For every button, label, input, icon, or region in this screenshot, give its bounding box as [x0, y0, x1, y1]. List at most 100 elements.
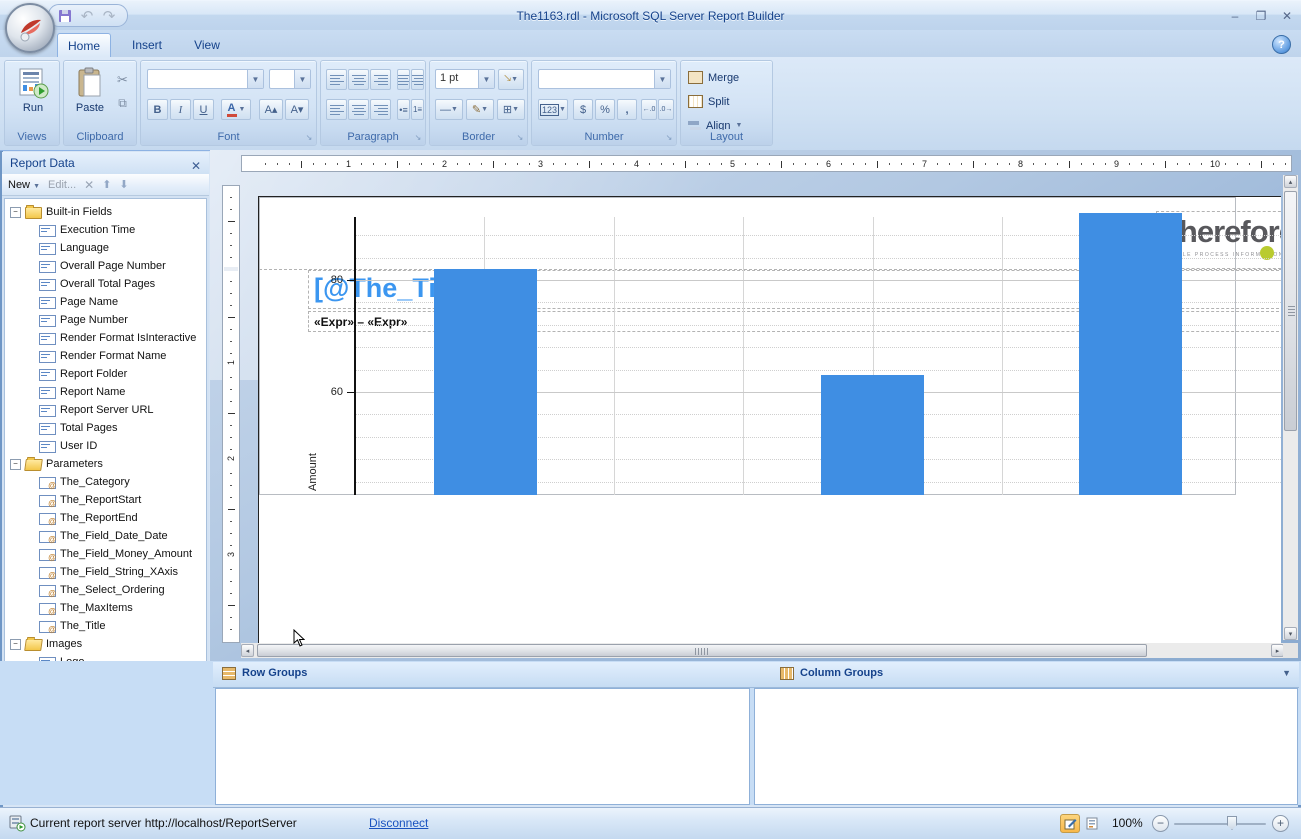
align-middle-button[interactable]: [348, 69, 369, 90]
tree-item[interactable]: The_Field_Date_Date: [5, 527, 206, 545]
minimize-button[interactable]: –: [1224, 9, 1246, 25]
number-dialog-launcher-icon[interactable]: ↘: [664, 133, 674, 143]
collapse-icon[interactable]: −: [10, 459, 21, 470]
tree-item[interactable]: Overall Total Pages: [5, 275, 206, 293]
chart-bar[interactable]: [1079, 213, 1182, 495]
chevron-down-icon[interactable]: ▼: [247, 70, 263, 88]
align-right-button[interactable]: [370, 99, 391, 120]
decrease-indent-button[interactable]: [397, 69, 410, 90]
chart-bar[interactable]: [821, 375, 924, 495]
bullet-list-button[interactable]: •≡: [397, 99, 410, 120]
scroll-left-icon[interactable]: ◂: [241, 644, 254, 657]
tree-item[interactable]: The_Field_String_XAxis: [5, 563, 206, 581]
help-icon[interactable]: ?: [1272, 35, 1291, 54]
border-width-combo[interactable]: 1 pt ▼: [435, 69, 495, 89]
increase-indent-button[interactable]: [411, 69, 424, 90]
tree-item[interactable]: Total Pages: [5, 419, 206, 437]
tab-insert[interactable]: Insert: [119, 33, 175, 57]
tree-item[interactable]: Execution Time: [5, 221, 206, 239]
chevron-down-icon[interactable]: ▼: [654, 70, 670, 88]
scroll-thumb[interactable]: [1284, 191, 1297, 431]
zoom-out-icon[interactable]: −: [1152, 815, 1169, 832]
tree-item[interactable]: The_MaxItems: [5, 599, 206, 617]
align-top-button[interactable]: [326, 69, 347, 90]
tree-item[interactable]: −Images: [5, 635, 206, 653]
merge-button[interactable]: Merge: [687, 67, 767, 88]
tree-item[interactable]: The_Title: [5, 617, 206, 635]
row-groups-pane[interactable]: [215, 688, 750, 805]
design-vscrollbar[interactable]: ▴ ▾: [1283, 175, 1298, 640]
design-view-toggle[interactable]: [1060, 814, 1080, 833]
border-style-button[interactable]: —▼: [435, 99, 463, 120]
close-button[interactable]: ✕: [1276, 9, 1298, 25]
tree-item[interactable]: Report Folder: [5, 365, 206, 383]
font-name-combo[interactable]: ▼: [147, 69, 264, 89]
tree-item[interactable]: The_Select_Ordering: [5, 581, 206, 599]
tree-item[interactable]: The_Category: [5, 473, 206, 491]
grouping-options-chevron-icon[interactable]: ▼: [1282, 668, 1291, 678]
new-menu-button[interactable]: New ▼: [8, 179, 40, 191]
cut-button[interactable]: ✂: [112, 69, 133, 90]
numbered-list-button[interactable]: 1≡: [411, 99, 424, 120]
bold-button[interactable]: B: [147, 99, 168, 120]
maximize-button[interactable]: ❐: [1250, 9, 1272, 25]
report-page[interactable]: Therefore PEOPLE PROCESS INFORMATION [@T…: [258, 196, 1281, 643]
fill-color-button[interactable]: 🡖▼: [498, 69, 524, 90]
tree-item[interactable]: The_ReportEnd: [5, 509, 206, 527]
tab-home[interactable]: Home: [57, 33, 111, 57]
paste-button[interactable]: Paste: [67, 66, 113, 132]
zoom-slider-thumb[interactable]: [1227, 816, 1237, 830]
tree-item[interactable]: Page Number: [5, 311, 206, 329]
design-hscrollbar[interactable]: ◂ ▸: [241, 643, 1298, 658]
tree-item[interactable]: Report Server URL: [5, 401, 206, 419]
move-up-icon[interactable]: ⬆: [102, 178, 111, 191]
delete-icon[interactable]: ✕: [84, 178, 94, 192]
font-color-button[interactable]: A ▼: [221, 99, 251, 120]
shrink-font-button[interactable]: A▾: [285, 99, 309, 120]
tree-item[interactable]: Render Format IsInteractive: [5, 329, 206, 347]
tab-view[interactable]: View: [181, 33, 233, 57]
border-color-button[interactable]: ✎▼: [466, 99, 494, 120]
align-bottom-button[interactable]: [370, 69, 391, 90]
font-dialog-launcher-icon[interactable]: ↘: [304, 133, 314, 143]
column-groups-pane[interactable]: [754, 688, 1298, 805]
borders-button[interactable]: ⊞▼: [497, 99, 525, 120]
disconnect-link[interactable]: Disconnect: [369, 816, 428, 830]
scroll-up-icon[interactable]: ▴: [1284, 175, 1297, 188]
number-format-123-button[interactable]: 123▼: [538, 99, 568, 120]
collapse-icon[interactable]: −: [10, 207, 21, 218]
zoom-slider-track[interactable]: [1174, 823, 1266, 825]
scroll-thumb[interactable]: [257, 644, 1147, 657]
tree-item[interactable]: User ID: [5, 437, 206, 455]
office-button[interactable]: [5, 3, 55, 53]
tree-item[interactable]: Report Name: [5, 383, 206, 401]
tree-item[interactable]: Render Format Name: [5, 347, 206, 365]
tree-item[interactable]: The_ReportStart: [5, 491, 206, 509]
align-left-button[interactable]: [326, 99, 347, 120]
chart-object[interactable]: 6080Amount: [259, 197, 1236, 495]
grow-font-button[interactable]: A▴: [259, 99, 283, 120]
number-format-combo[interactable]: ▼: [538, 69, 671, 89]
tree-item[interactable]: −Built-in Fields: [5, 203, 206, 221]
move-down-icon[interactable]: ⬇: [119, 178, 128, 191]
tree-item[interactable]: Overall Page Number: [5, 257, 206, 275]
collapse-icon[interactable]: −: [10, 639, 21, 650]
tree-item[interactable]: Page Name: [5, 293, 206, 311]
zoom-in-icon[interactable]: +: [1272, 815, 1289, 832]
tree-item[interactable]: The_Field_Money_Amount: [5, 545, 206, 563]
tree-item[interactable]: −Parameters: [5, 455, 206, 473]
copy-button[interactable]: ⧉: [112, 93, 133, 114]
tree-item[interactable]: Language: [5, 239, 206, 257]
increase-decimal-button[interactable]: ←.0: [641, 99, 657, 120]
decrease-decimal-button[interactable]: .0→: [658, 99, 674, 120]
chevron-down-icon[interactable]: ▼: [294, 70, 310, 88]
chevron-down-icon[interactable]: ▼: [478, 70, 494, 88]
currency-button[interactable]: $: [573, 99, 593, 120]
border-dialog-launcher-icon[interactable]: ↘: [515, 133, 525, 143]
edit-button[interactable]: Edit...: [48, 179, 76, 191]
split-button[interactable]: Split: [687, 91, 767, 112]
font-size-combo[interactable]: ▼: [269, 69, 311, 89]
scroll-down-icon[interactable]: ▾: [1284, 627, 1297, 640]
align-center-button[interactable]: [348, 99, 369, 120]
italic-button[interactable]: I: [170, 99, 191, 120]
